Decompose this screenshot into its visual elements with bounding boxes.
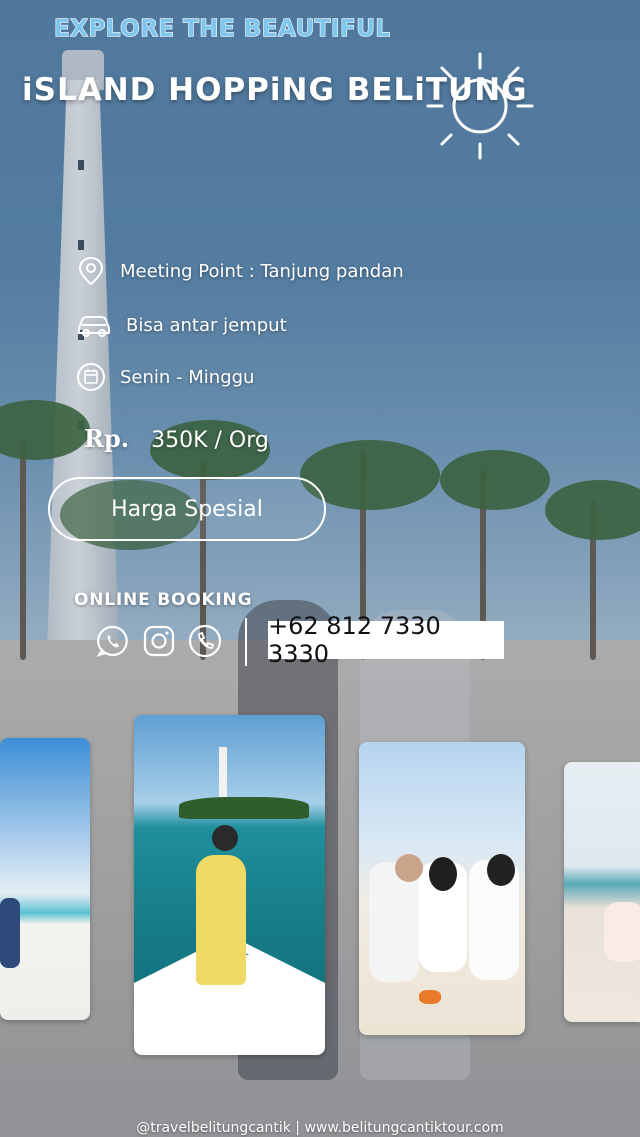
photo-card-group [359, 742, 525, 1035]
footer-credits: @travelbelitungcantik | www.belitungcant… [136, 1120, 504, 1136]
calendar-icon [76, 362, 106, 392]
sun-icon [426, 52, 534, 160]
location-pin-icon [76, 256, 106, 286]
price-amount: 350K / Org [151, 428, 269, 453]
photo-card-beach [0, 738, 90, 1020]
price-currency: Rp. [84, 424, 130, 453]
info-meeting-point-text: Meeting Point : Tanjung pandan [120, 260, 404, 282]
social-icons [96, 624, 222, 658]
photo-card-relax [564, 762, 640, 1022]
divider [245, 618, 247, 666]
phone-number[interactable]: +62 812 7330 3330 [268, 612, 504, 668]
info-pickup-text: Bisa antar jemput [126, 314, 287, 336]
info-schedule: Senin - Minggu [76, 362, 254, 392]
info-pickup: Bisa antar jemput [76, 310, 287, 340]
instagram-icon[interactable] [142, 624, 176, 658]
photo-card-boat [134, 715, 325, 1055]
car-icon [76, 310, 112, 340]
online-booking-label: ONLINE BOOKING [74, 590, 253, 610]
whatsapp-icon[interactable] [96, 624, 130, 658]
headline-top: EXPLORE THE BEAUTIFUL [53, 15, 391, 42]
phone-icon[interactable] [188, 624, 222, 658]
info-schedule-text: Senin - Minggu [120, 366, 255, 388]
special-price-button[interactable]: Harga Spesial [48, 477, 326, 541]
price: Rp. 350K / Org [84, 424, 269, 453]
info-meeting-point: Meeting Point : Tanjung pandan [76, 256, 404, 286]
